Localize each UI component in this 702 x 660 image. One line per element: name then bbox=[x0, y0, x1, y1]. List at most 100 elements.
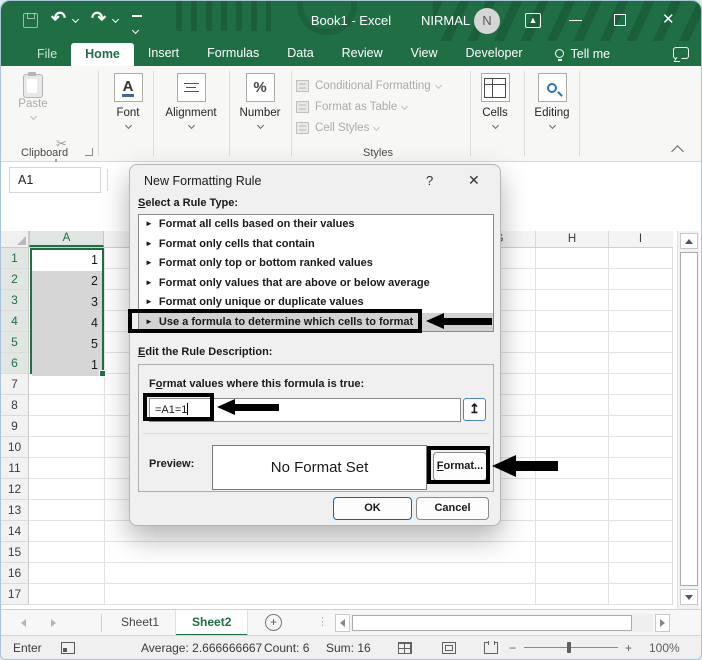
row-header-8[interactable]: 8 bbox=[1, 395, 29, 416]
rule-type-item[interactable]: ► Format all cells based on their values bbox=[139, 215, 493, 235]
sheet-nav-left-icon[interactable] bbox=[21, 619, 26, 627]
styles-group-items: Conditional Formatting Format as Table Cel… bbox=[296, 75, 442, 138]
cell-a6[interactable]: 1 bbox=[32, 355, 102, 376]
paste-label: Paste bbox=[18, 98, 48, 110]
page-break-view-button[interactable] bbox=[484, 641, 498, 654]
redo-dropdown-icon[interactable] bbox=[111, 15, 120, 24]
zoom-out-button[interactable]: − bbox=[509, 641, 516, 655]
zoom-in-button[interactable]: + bbox=[625, 641, 632, 655]
zoom-slider-thumb[interactable] bbox=[567, 642, 571, 653]
rule-type-item[interactable]: ► Format only values that are above or be… bbox=[139, 274, 493, 294]
row-header-11[interactable]: 11 bbox=[1, 458, 29, 479]
hscroll-right-button[interactable] bbox=[655, 614, 670, 632]
avatar[interactable]: N bbox=[474, 8, 500, 34]
row-header-13[interactable]: 13 bbox=[1, 500, 29, 521]
row-header-2[interactable]: 2 bbox=[1, 269, 29, 290]
horizontal-scrollbar[interactable] bbox=[351, 614, 653, 632]
ribbon-display-options-icon[interactable]: ▲ bbox=[525, 13, 541, 28]
column-header-i[interactable]: I bbox=[608, 231, 672, 247]
tab-developer[interactable]: Developer bbox=[452, 41, 537, 66]
rule-type-label: Format only top or bottom ranked values bbox=[158, 257, 373, 270]
rule-type-label: Format only values that are above or bel… bbox=[158, 276, 430, 289]
fill-handle[interactable] bbox=[99, 370, 106, 377]
scroll-down-button[interactable] bbox=[680, 589, 698, 605]
row-header-10[interactable]: 10 bbox=[1, 437, 29, 458]
ok-button[interactable]: OK bbox=[333, 497, 412, 520]
row-header-5[interactable]: 5 bbox=[1, 332, 29, 353]
cell-a1[interactable]: 1 bbox=[32, 250, 102, 271]
hscroll-left-button[interactable] bbox=[335, 614, 350, 632]
normal-view-button[interactable] bbox=[398, 642, 412, 654]
alignment-icon bbox=[183, 81, 199, 94]
redo-icon[interactable]: ↷ bbox=[91, 8, 106, 29]
ribbon: Paste ✂ Clipboard A Font Alignment % Num… bbox=[1, 66, 701, 176]
row-header-3[interactable]: 3 bbox=[1, 290, 29, 311]
select-all-corner[interactable] bbox=[1, 231, 29, 248]
row-header-14[interactable]: 14 bbox=[1, 521, 29, 542]
cell-a3[interactable]: 3 bbox=[32, 292, 102, 313]
tab-formulas[interactable]: Formulas bbox=[193, 41, 273, 66]
tell-me-label: Tell me bbox=[570, 46, 611, 61]
close-button[interactable]: ✕ bbox=[662, 10, 675, 28]
editing-group-button[interactable]: Editing bbox=[527, 73, 577, 131]
row-header-1[interactable]: 1 bbox=[1, 248, 29, 269]
undo-dropdown-icon[interactable] bbox=[71, 15, 80, 24]
clipboard-dialog-launcher-icon[interactable] bbox=[85, 148, 93, 156]
font-group-button[interactable]: A Font bbox=[104, 73, 152, 131]
ribbon-tab-row: File Home Insert Formulas Data Review View Dev… bbox=[1, 41, 701, 66]
tab-view[interactable]: View bbox=[397, 41, 452, 66]
vertical-scrollbar[interactable] bbox=[677, 231, 699, 609]
comment-icon[interactable] bbox=[673, 47, 689, 59]
tab-scrollbar-divider[interactable]: ⋮ bbox=[317, 615, 329, 628]
add-sheet-button[interactable]: + bbox=[265, 614, 282, 631]
collapse-ribbon-icon[interactable] bbox=[671, 145, 684, 158]
column-header-h[interactable]: H bbox=[535, 231, 608, 247]
tab-insert[interactable]: Insert bbox=[134, 41, 193, 66]
row-header-12[interactable]: 12 bbox=[1, 479, 29, 500]
number-group-button[interactable]: % Number bbox=[231, 73, 289, 131]
alignment-group-button[interactable]: Alignment bbox=[157, 73, 225, 131]
save-icon[interactable] bbox=[23, 13, 38, 28]
row-header-17[interactable]: 17 bbox=[1, 584, 29, 605]
page-layout-view-button[interactable] bbox=[442, 642, 456, 654]
name-box[interactable]: A1 bbox=[9, 167, 101, 193]
cell-a5[interactable]: 5 bbox=[32, 334, 102, 355]
row-header-4[interactable]: 4 bbox=[1, 311, 29, 332]
tab-data[interactable]: Data bbox=[273, 41, 327, 66]
sheet-tab-sheet2[interactable]: Sheet2 bbox=[176, 610, 249, 636]
collapse-dialog-button[interactable]: ↥ bbox=[463, 398, 486, 421]
macro-record-icon[interactable] bbox=[61, 642, 75, 654]
row-header-9[interactable]: 9 bbox=[1, 416, 29, 437]
column-header-a[interactable]: A bbox=[29, 231, 104, 247]
row-header-6[interactable]: 6 bbox=[1, 353, 29, 374]
row-header-15[interactable]: 15 bbox=[1, 542, 29, 563]
tab-file[interactable]: File bbox=[23, 42, 71, 66]
rule-arrow-icon: ► bbox=[145, 219, 153, 228]
sheet-tab-sheet1[interactable]: Sheet1 bbox=[105, 610, 177, 636]
row-header-7[interactable]: 7 bbox=[1, 374, 29, 395]
cells-group-button[interactable]: Cells bbox=[473, 73, 517, 131]
cell-a4[interactable]: 4 bbox=[32, 313, 102, 334]
cancel-button[interactable]: Cancel bbox=[416, 497, 489, 520]
dialog-close-button[interactable]: ✕ bbox=[468, 172, 480, 189]
tab-home[interactable]: Home bbox=[71, 43, 134, 66]
minimize-button[interactable] bbox=[569, 20, 582, 21]
status-average: Average: 2.666666667 bbox=[141, 641, 263, 655]
row-header-16[interactable]: 16 bbox=[1, 563, 29, 584]
scroll-up-button[interactable] bbox=[680, 233, 698, 249]
tab-review[interactable]: Review bbox=[328, 41, 397, 66]
paste-icon bbox=[23, 72, 43, 98]
rule-type-item[interactable]: ► Format only top or bottom ranked values bbox=[139, 254, 493, 274]
rule-type-item[interactable]: ► Format only cells that contain bbox=[139, 235, 493, 255]
tell-me[interactable]: Tell me bbox=[554, 46, 611, 61]
undo-icon[interactable]: ↶ bbox=[51, 8, 66, 29]
maximize-button[interactable] bbox=[614, 14, 626, 26]
account-name[interactable]: NIRMAL bbox=[421, 13, 470, 28]
zoom-level[interactable]: 100% bbox=[649, 641, 680, 655]
dialog-help-button[interactable]: ? bbox=[426, 173, 433, 188]
cell-a2[interactable]: 2 bbox=[32, 271, 102, 292]
vertical-scrollbar-thumb[interactable] bbox=[680, 252, 698, 586]
sheet-nav-right-icon[interactable] bbox=[51, 619, 56, 627]
customize-quick-access-icon[interactable] bbox=[131, 15, 142, 38]
horizontal-scrollbar-thumb[interactable] bbox=[352, 615, 632, 631]
